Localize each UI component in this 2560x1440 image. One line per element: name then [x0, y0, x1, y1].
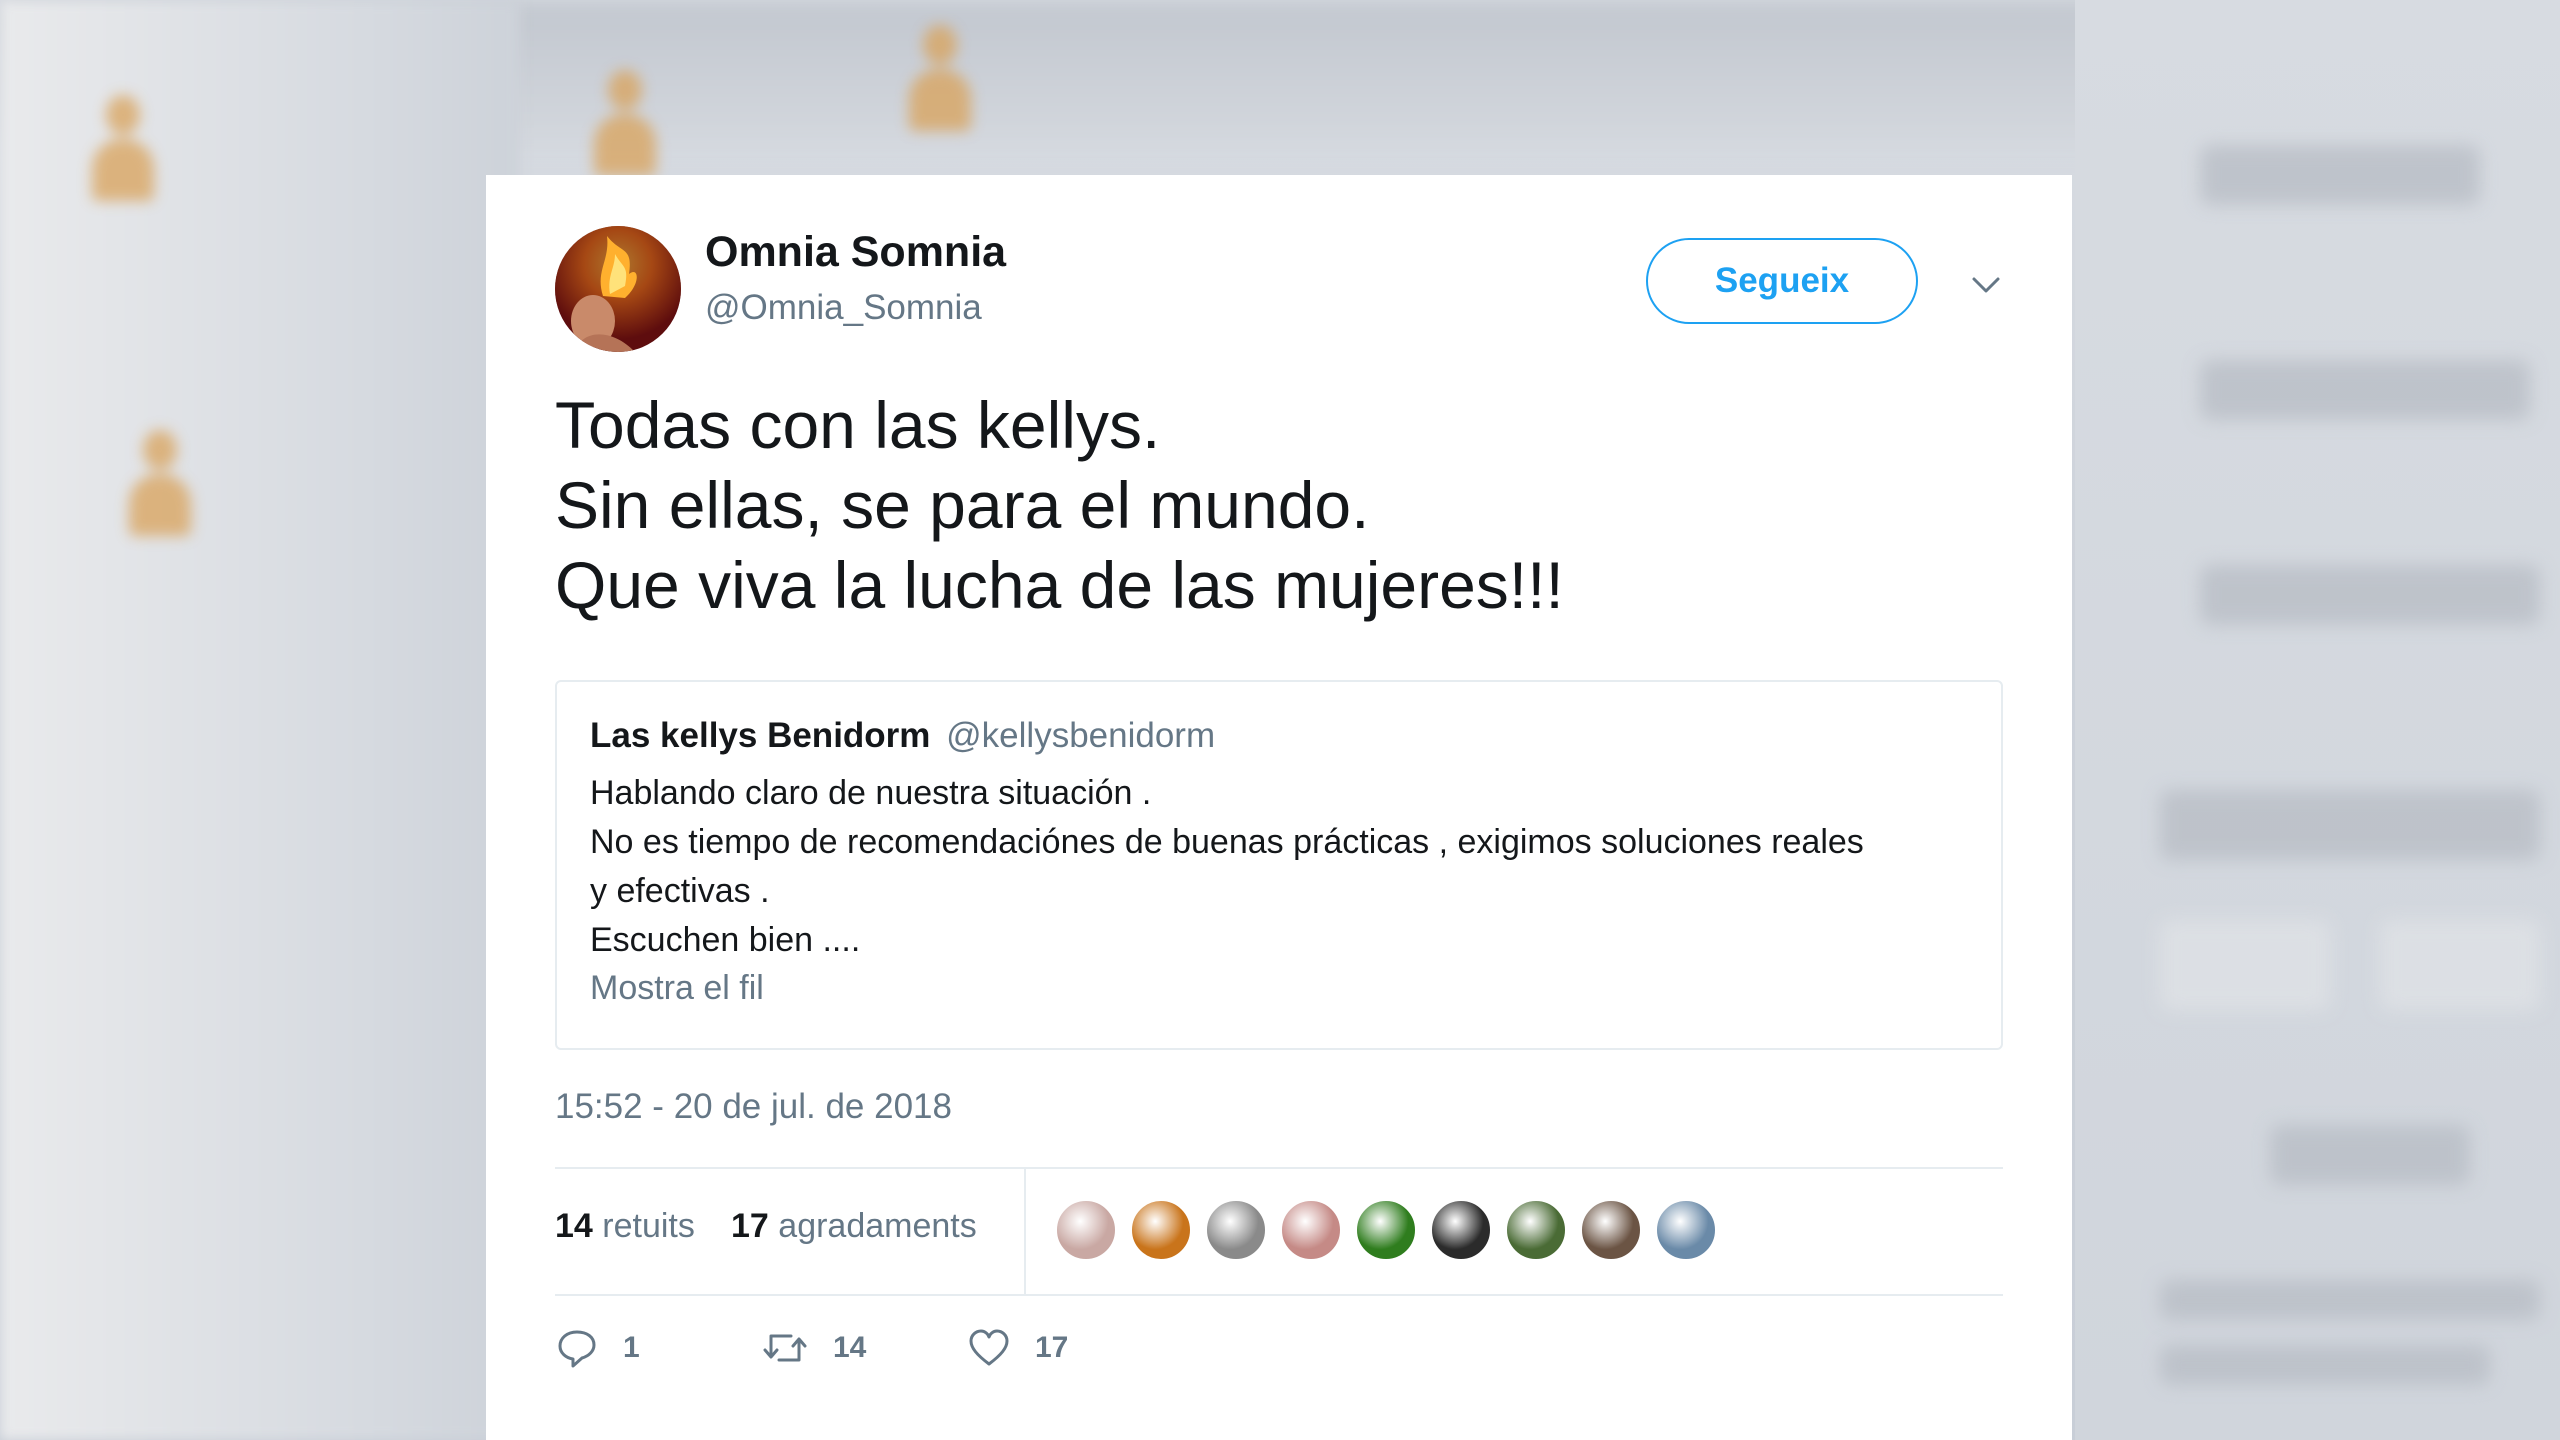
liker-avatar[interactable] [1655, 1199, 1717, 1261]
liker-avatar[interactable] [1280, 1199, 1342, 1261]
retweet-button[interactable]: 14 [761, 1323, 866, 1373]
quoted-tweet[interactable]: Las kellys Benidorm @kellysbenidorm Habl… [555, 680, 2003, 1050]
reply-button[interactable]: 1 [555, 1323, 640, 1373]
likes-stat[interactable]: 17 agradaments [731, 1207, 977, 1246]
like-button[interactable]: 17 [967, 1323, 1068, 1373]
tweet-timestamp[interactable]: 15:52 - 20 de jul. de 2018 [555, 1087, 952, 1127]
show-thread-link[interactable]: Mostra el fil [590, 969, 764, 1008]
author-avatar[interactable] [555, 226, 681, 352]
tweet-card: Omnia Somnia @Omnia_Somnia Segueix Todas… [486, 175, 2072, 1440]
liker-avatar[interactable] [1130, 1199, 1192, 1261]
likes-label: agradaments [778, 1207, 977, 1245]
quoted-text-line: Hablando claro de nuestra situación . [590, 774, 1152, 812]
quoted-author-name: Las kellys Benidorm [590, 716, 931, 755]
liker-avatar[interactable] [1430, 1199, 1492, 1261]
tweet-text-line: Todas con las kellys. [555, 388, 1161, 462]
liker-avatar[interactable] [1580, 1199, 1642, 1261]
liker-avatar[interactable] [1355, 1199, 1417, 1261]
background-person-icon [905, 25, 975, 135]
reply-icon [558, 1330, 596, 1368]
liker-avatar[interactable] [1205, 1199, 1267, 1261]
retweet-count: 14 [833, 1331, 867, 1364]
tweet-text-line: Sin ellas, se para el mundo. [555, 468, 1370, 542]
retweets-stat[interactable]: 14 retuits [555, 1207, 695, 1246]
quoted-text-line: Escuchen bien .... [590, 921, 861, 959]
tweet-text: Todas con las kellys. Sin ellas, se para… [555, 385, 2035, 625]
tweet-stats: 14 retuits 17 agradaments [555, 1167, 2003, 1296]
follow-button[interactable]: Segueix [1646, 238, 1918, 324]
likes-count: 17 [731, 1207, 769, 1245]
author-name[interactable]: Omnia Somnia [705, 228, 1006, 277]
retweet-icon [763, 1334, 807, 1362]
background-person-icon [590, 70, 660, 180]
liker-avatar[interactable] [1505, 1199, 1567, 1261]
background-person-icon [125, 430, 195, 540]
chevron-down-icon[interactable] [1966, 265, 2006, 305]
background-person-icon [88, 95, 158, 205]
quoted-tweet-text: Hablando claro de nuestra situación . No… [590, 769, 1980, 965]
liker-avatar[interactable] [1055, 1199, 1117, 1261]
reply-count: 1 [623, 1331, 640, 1364]
quoted-text-line: No es tiempo de recomendaciónes de buena… [590, 823, 1864, 861]
stats-divider [1024, 1169, 1026, 1294]
quoted-author-handle: @kellysbenidorm [946, 716, 1216, 755]
author-handle[interactable]: @Omnia_Somnia [705, 288, 982, 328]
tweet-text-line: Que viva la lucha de las mujeres!!! [555, 548, 1564, 622]
heart-icon [969, 1329, 1009, 1366]
retweets-label: retuits [602, 1207, 695, 1245]
like-count: 17 [1035, 1331, 1069, 1364]
quoted-text-line: y efectivas . [590, 872, 770, 910]
quoted-tweet-header: Las kellys Benidorm @kellysbenidorm [590, 716, 1215, 756]
retweets-count: 14 [555, 1207, 593, 1245]
